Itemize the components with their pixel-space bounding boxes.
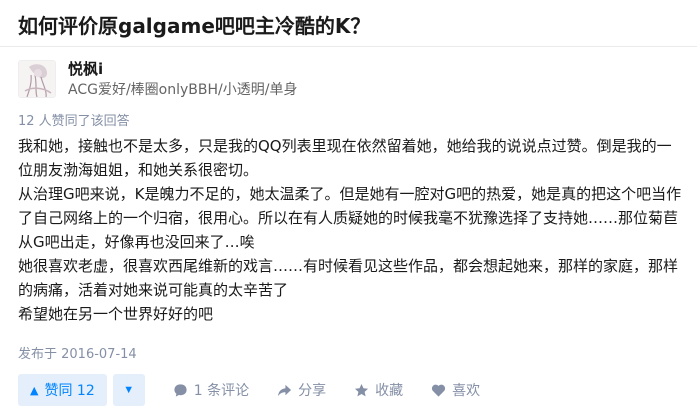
author-bio: ACG爱好/棒圈onlyBBH/小透明/单身: [68, 82, 298, 98]
like-button[interactable]: 喜欢: [431, 380, 480, 400]
share-label: 分享: [298, 383, 327, 399]
vote-down-button[interactable]: ▼: [112, 374, 145, 406]
answer-paragraph: 从治理G吧来说，K是魄力不足的，她太温柔了。但是她有一腔对G吧的热爱，她是真的把…: [18, 185, 682, 251]
answer-paragraph: 我和她，接触也不是太多，只是我的QQ列表里现在依然留着她，她给我的说说点过赞。倒…: [18, 137, 672, 179]
avatar-image: [19, 61, 55, 97]
author-name[interactable]: 悦枫i: [68, 60, 297, 78]
heart-icon: [431, 383, 446, 398]
comment-button[interactable]: 1 条评论: [173, 380, 249, 400]
author-avatar[interactable]: [18, 60, 56, 98]
publish-date[interactable]: 发布于 2016-07-14: [18, 343, 137, 362]
vote-count-text[interactable]: 12 人赞同了该回答: [18, 110, 130, 129]
star-icon: [354, 383, 369, 398]
answer-page: 如何评价原galgame吧吧主冷酷的K？ 悦枫i ACG爱好/棒圈onlyBBH…: [0, 0, 697, 413]
question-title[interactable]: 如何评价原galgame吧吧主冷酷的K？: [18, 10, 370, 39]
comment-label: 1 条评论: [193, 383, 250, 399]
author-header: 悦枫i ACG爱好/棒圈onlyBBH/小透明/单身: [18, 60, 297, 100]
answer-paragraph: 她很喜欢老虚，很喜欢西尾维新的戏言……有时候看见这些作品，都会想起她来，那样的家…: [18, 257, 679, 299]
answer-content: 我和她，接触也不是太多，只是我的QQ列表里现在依然留着她，她给我的说说点过赞。倒…: [18, 134, 686, 326]
action-bar: ▲ 赞同 12 ▼ 1 条评论 分享 收藏 喜欢: [18, 374, 480, 406]
like-label: 喜欢: [452, 383, 481, 399]
share-icon: [277, 383, 292, 398]
comment-icon: [173, 383, 188, 398]
vote-up-button[interactable]: ▲ 赞同 12: [18, 374, 107, 406]
author-info: 悦枫i ACG爱好/棒圈onlyBBH/小透明/单身: [68, 60, 297, 99]
title-divider: [0, 46, 697, 47]
collect-button[interactable]: 收藏: [354, 380, 403, 400]
vote-up-label: 赞同 12: [44, 383, 95, 399]
triangle-down-icon: ▼: [123, 384, 135, 396]
answer-paragraph: 希望她在另一个世界好好的吧: [18, 305, 214, 323]
collect-label: 收藏: [375, 383, 404, 399]
share-button[interactable]: 分享: [277, 380, 326, 400]
triangle-up-icon: ▲: [30, 383, 39, 397]
